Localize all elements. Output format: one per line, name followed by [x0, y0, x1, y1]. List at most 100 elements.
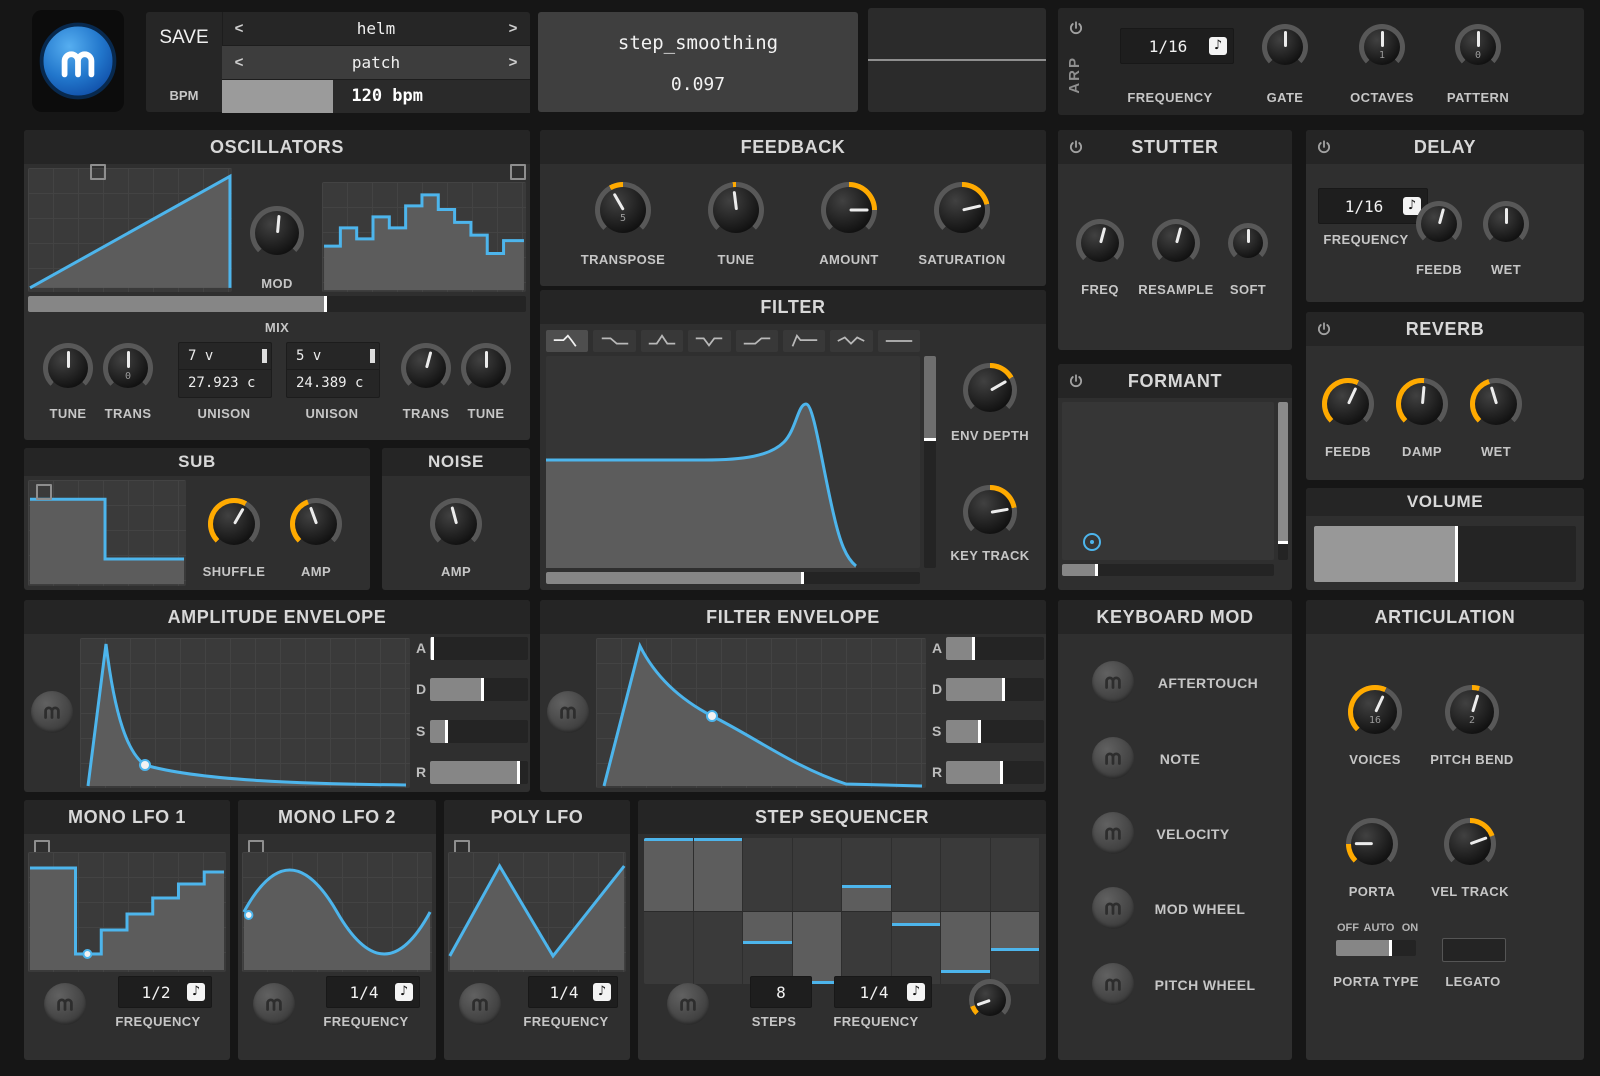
delay-wet-knob[interactable]	[1483, 201, 1529, 247]
filter-type-lowshelf-icon[interactable]	[593, 330, 635, 352]
step-sequencer-mod-button[interactable]	[667, 983, 709, 1025]
patch-prev-button[interactable]: <	[222, 54, 256, 71]
sub-checkbox[interactable]	[36, 484, 52, 500]
lfo2-frequency-box[interactable]: 1/4 ♪	[326, 976, 420, 1008]
velocity-mod-button[interactable]	[1092, 812, 1134, 854]
stutter-power-icon[interactable]	[1068, 139, 1084, 155]
filter-cutoff-slider[interactable]	[546, 572, 920, 584]
amp-envelope-display[interactable]	[80, 638, 410, 788]
porta-type-slider[interactable]	[1336, 940, 1416, 956]
bank-prev-button[interactable]: <	[222, 20, 256, 37]
filter-release-slider[interactable]	[946, 761, 1044, 784]
amp-release-slider[interactable]	[430, 761, 528, 784]
osc-mod-knob[interactable]	[250, 206, 304, 260]
feedback-amount-knob[interactable]	[821, 182, 877, 238]
legato-toggle[interactable]	[1442, 938, 1506, 962]
osc2-tune-knob[interactable]	[461, 343, 511, 393]
osc2-waveform-display[interactable]	[322, 182, 526, 292]
sub-shuffle-knob[interactable]	[208, 498, 260, 550]
filter-attack-slider[interactable]	[946, 637, 1044, 660]
stutter-freq-knob[interactable]	[1076, 219, 1124, 267]
poly-lfo-frequency-box[interactable]: 1/4 ♪	[528, 976, 618, 1008]
delay-feedback-knob[interactable]	[1416, 201, 1462, 247]
formant-power-icon[interactable]	[1068, 373, 1084, 389]
seq-step[interactable]	[694, 838, 744, 984]
filter-sustain-slider[interactable]	[946, 720, 1044, 743]
osc1-tune-knob[interactable]	[43, 343, 93, 393]
reverb-feedback-knob[interactable]	[1322, 378, 1374, 430]
volume-slider[interactable]	[1314, 526, 1576, 582]
step-sequencer-steps[interactable]	[644, 838, 1040, 984]
voices-knob[interactable]: 16	[1348, 685, 1402, 739]
filter-type-bandpass-icon[interactable]	[641, 330, 683, 352]
arp-pattern-knob[interactable]: 0	[1455, 24, 1501, 70]
sub-amp-knob[interactable]	[290, 498, 342, 550]
osc1-checkbox[interactable]	[90, 164, 106, 180]
lfo2-waveform-display[interactable]	[242, 852, 432, 972]
formant-xy-pad[interactable]	[1062, 402, 1274, 560]
lfo1-waveform-display[interactable]	[28, 852, 226, 972]
osc1-unison-box[interactable]: 7 v 27.923 c	[178, 342, 272, 398]
arp-frequency-box[interactable]: 1/16 ♪	[1120, 28, 1234, 64]
delay-power-icon[interactable]	[1316, 139, 1332, 155]
reverb-power-icon[interactable]	[1316, 321, 1332, 337]
amp-sustain-slider[interactable]	[430, 720, 528, 743]
osc2-unison-box[interactable]: 5 v 24.389 c	[286, 342, 380, 398]
seq-step[interactable]	[842, 838, 892, 984]
noise-amp-knob[interactable]	[430, 498, 482, 550]
arp-power-icon[interactable]	[1068, 20, 1084, 36]
bank-next-button[interactable]: >	[496, 20, 530, 37]
filter-key-track-knob[interactable]	[963, 485, 1017, 539]
reverb-damp-knob[interactable]	[1396, 378, 1448, 430]
save-button[interactable]: SAVE	[146, 12, 223, 64]
seq-step[interactable]	[941, 838, 991, 984]
arp-octaves-knob[interactable]: 1	[1359, 24, 1405, 70]
patch-next-button[interactable]: >	[496, 54, 530, 71]
filter-resonance-slider[interactable]	[924, 356, 936, 568]
lfo1-mod-button[interactable]	[44, 983, 86, 1025]
bank-name[interactable]: helm	[256, 19, 496, 38]
steps-box[interactable]: 8	[750, 976, 812, 1008]
feedback-saturation-knob[interactable]	[934, 182, 990, 238]
filter-type-allpass-icon[interactable]	[830, 330, 872, 352]
lfo1-frequency-box[interactable]: 1/2 ♪	[118, 976, 212, 1008]
filter-type-highpass-icon[interactable]	[783, 330, 825, 352]
delay-frequency-box[interactable]: 1/16 ♪	[1318, 188, 1428, 224]
filter-env-depth-knob[interactable]	[963, 363, 1017, 417]
filter-type-off-icon[interactable]	[878, 330, 920, 352]
pitch-bend-knob[interactable]: 2	[1445, 685, 1499, 739]
note-mod-button[interactable]	[1092, 737, 1134, 779]
formant-xy-marker[interactable]	[1083, 533, 1101, 551]
osc1-waveform-display[interactable]	[28, 168, 232, 292]
reverb-wet-knob[interactable]	[1470, 378, 1522, 430]
feedback-transpose-knob[interactable]: 5	[595, 182, 651, 238]
filter-type-highshelf-icon[interactable]	[736, 330, 778, 352]
filter-type-notch-icon[interactable]	[688, 330, 730, 352]
step-frequency-box[interactable]: 1/4 ♪	[834, 976, 932, 1008]
seq-step[interactable]	[743, 838, 793, 984]
step-smoothing-knob[interactable]	[969, 979, 1011, 1021]
filter-decay-slider[interactable]	[946, 678, 1044, 701]
osc-mix-slider[interactable]	[28, 296, 526, 312]
lfo2-mod-button[interactable]	[253, 983, 295, 1025]
stutter-soft-knob[interactable]	[1228, 223, 1268, 263]
amp-envelope-mod-button[interactable]	[31, 691, 73, 733]
filter-envelope-display[interactable]	[596, 638, 926, 788]
osc1-trans-knob[interactable]: 0	[103, 343, 153, 393]
mod-wheel-mod-button[interactable]	[1092, 887, 1134, 929]
poly-lfo-mod-button[interactable]	[459, 983, 501, 1025]
bpm-slider[interactable]: 120 bpm	[222, 80, 530, 113]
porta-knob[interactable]	[1346, 818, 1398, 870]
pitch-wheel-mod-button[interactable]	[1092, 963, 1134, 1005]
seq-step[interactable]	[793, 838, 843, 984]
filter-envelope-mod-button[interactable]	[547, 691, 589, 733]
osc2-trans-knob[interactable]	[401, 343, 451, 393]
amp-attack-slider[interactable]	[430, 637, 528, 660]
formant-y-slider[interactable]	[1278, 402, 1288, 560]
formant-x-slider[interactable]	[1062, 564, 1274, 576]
filter-type-lowpass-icon[interactable]	[546, 330, 588, 352]
poly-lfo-waveform-display[interactable]	[448, 852, 626, 972]
vel-track-knob[interactable]	[1444, 818, 1496, 870]
patch-name[interactable]: patch	[256, 53, 496, 72]
seq-step[interactable]	[892, 838, 942, 984]
